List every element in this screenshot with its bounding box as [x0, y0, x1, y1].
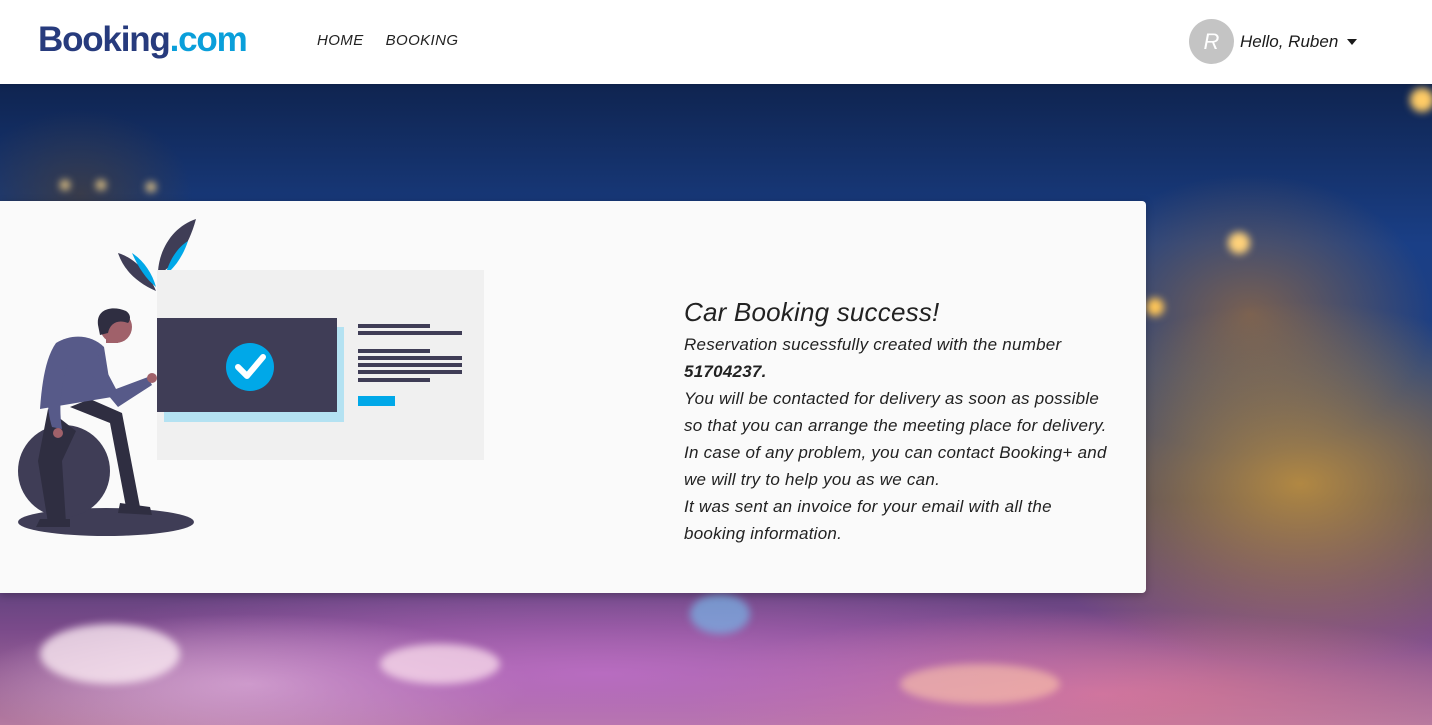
bokeh-light [146, 182, 156, 192]
nav-booking-link[interactable]: BOOKING [386, 31, 459, 51]
message-line: booking information. [684, 524, 843, 543]
success-title: Car Booking success! [684, 297, 940, 327]
bokeh-light [380, 644, 500, 684]
top-navbar: Booking.com HOME BOOKING R Hello, Ruben [0, 0, 1432, 84]
booking-logo[interactable]: Booking.com [38, 18, 248, 62]
message-line: It was sent an invoice for your email wi… [684, 497, 1052, 516]
message-line: so that you can arrange the meeting plac… [684, 416, 1107, 435]
bokeh-light [96, 180, 106, 190]
success-message: Car Booking success! Reservation sucessf… [684, 295, 1129, 547]
bokeh-light [900, 664, 1060, 704]
bokeh-light [690, 594, 750, 634]
booking-success-illustration [18, 219, 484, 536]
message-line: Reservation sucessfully created with the… [684, 335, 1062, 354]
bokeh-light [1410, 88, 1432, 112]
main-nav: HOME BOOKING [317, 31, 458, 51]
nav-home-link[interactable]: HOME [317, 31, 364, 51]
message-line: In case of any problem, you can contact … [684, 443, 1107, 462]
logo-brand-text: Booking [38, 20, 171, 59]
message-line: You will be contacted for delivery as so… [684, 389, 1100, 408]
bokeh-light [40, 624, 180, 684]
user-greeting[interactable]: Hello, Ruben [1240, 32, 1338, 52]
chevron-down-icon[interactable] [1347, 38, 1358, 45]
logo-tld-text: .com [169, 20, 248, 59]
message-line: we will try to help you as we can. [684, 470, 941, 489]
bokeh-light [1228, 232, 1250, 254]
reservation-number: 51704237. [684, 362, 767, 381]
bokeh-light [1146, 298, 1164, 316]
user-menu[interactable]: R Hello, Ruben [1189, 19, 1358, 64]
avatar[interactable]: R [1189, 19, 1234, 64]
bokeh-light [60, 180, 70, 190]
booking-success-card: Car Booking success! Reservation sucessf… [0, 201, 1146, 593]
